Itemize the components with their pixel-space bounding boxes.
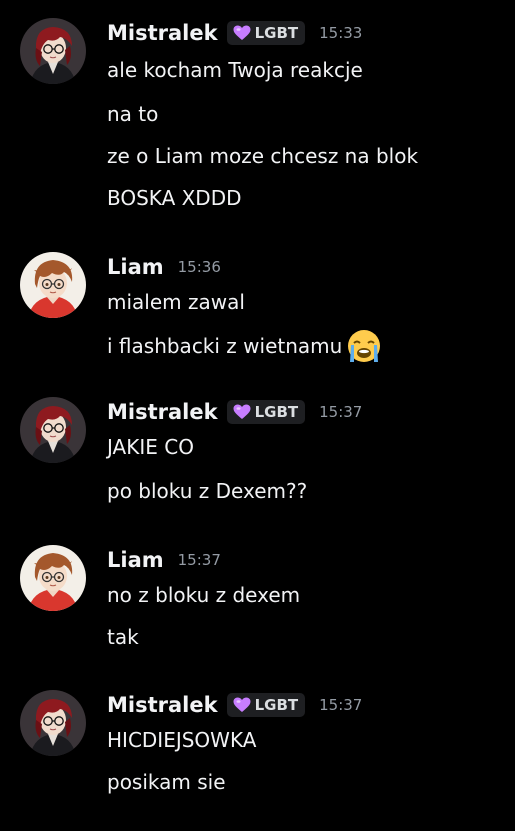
username[interactable]: Liam (107, 548, 164, 572)
username[interactable]: Mistralek (107, 400, 218, 424)
role-tag-label: LGBT (254, 696, 299, 714)
message-text-content: i flashbacki z wietnamu (107, 334, 343, 358)
message-header: Liam 15:36 (107, 252, 221, 282)
username[interactable]: Mistralek (107, 693, 218, 717)
purple-heart-icon (233, 25, 251, 40)
purple-heart-icon (233, 697, 251, 712)
message-header: Mistralek LGBT 15:33 (107, 18, 362, 48)
role-tag-label: LGBT (254, 403, 299, 421)
avatar[interactable] (20, 690, 86, 756)
avatar[interactable] (20, 252, 86, 318)
message-text: i flashbacki z wietnamu (107, 328, 382, 364)
message-text: tak (107, 625, 139, 649)
mistralek-avatar-icon (20, 690, 86, 756)
message-text: po bloku z Dexem?? (107, 479, 308, 503)
avatar[interactable] (20, 545, 86, 611)
message-header: Mistralek LGBT 15:37 (107, 397, 362, 427)
avatar[interactable] (20, 397, 86, 463)
liam-avatar-icon (20, 252, 86, 318)
message-text: JAKIE CO (107, 435, 194, 459)
message-text: BOSKA XDDD (107, 186, 242, 210)
message-text: ze o Liam moze chcesz na blok (107, 144, 419, 168)
timestamp: 15:33 (319, 24, 363, 42)
mistralek-avatar-icon (20, 18, 86, 84)
timestamp: 15:37 (319, 696, 363, 714)
message-text: mialem zawal (107, 290, 245, 314)
message-text: HICDIEJSOWKA (107, 728, 257, 752)
message-header: Mistralek LGBT 15:37 (107, 690, 362, 720)
liam-avatar-icon (20, 545, 86, 611)
timestamp: 15:36 (177, 258, 221, 276)
role-tag[interactable]: LGBT (226, 21, 306, 45)
purple-heart-icon (233, 404, 251, 419)
message-text: na to (107, 102, 159, 126)
message-header: Liam 15:37 (107, 545, 221, 575)
role-tag[interactable]: LGBT (226, 693, 306, 717)
message-text: posikam sie (107, 770, 226, 794)
timestamp: 15:37 (177, 551, 221, 569)
username[interactable]: Liam (107, 255, 164, 279)
mistralek-avatar-icon (20, 397, 86, 463)
message-text: no z bloku z dexem (107, 583, 301, 607)
role-tag[interactable]: LGBT (226, 400, 306, 424)
role-tag-label: LGBT (254, 24, 299, 42)
chat-message-list: Mistralek LGBT 15:33 ale kocham Twoja re… (0, 0, 515, 831)
username[interactable]: Mistralek (107, 21, 218, 45)
loudly-crying-face-icon (348, 330, 381, 362)
avatar[interactable] (20, 18, 86, 84)
message-text: ale kocham Twoja reakcje (107, 58, 363, 82)
timestamp: 15:37 (319, 403, 363, 421)
